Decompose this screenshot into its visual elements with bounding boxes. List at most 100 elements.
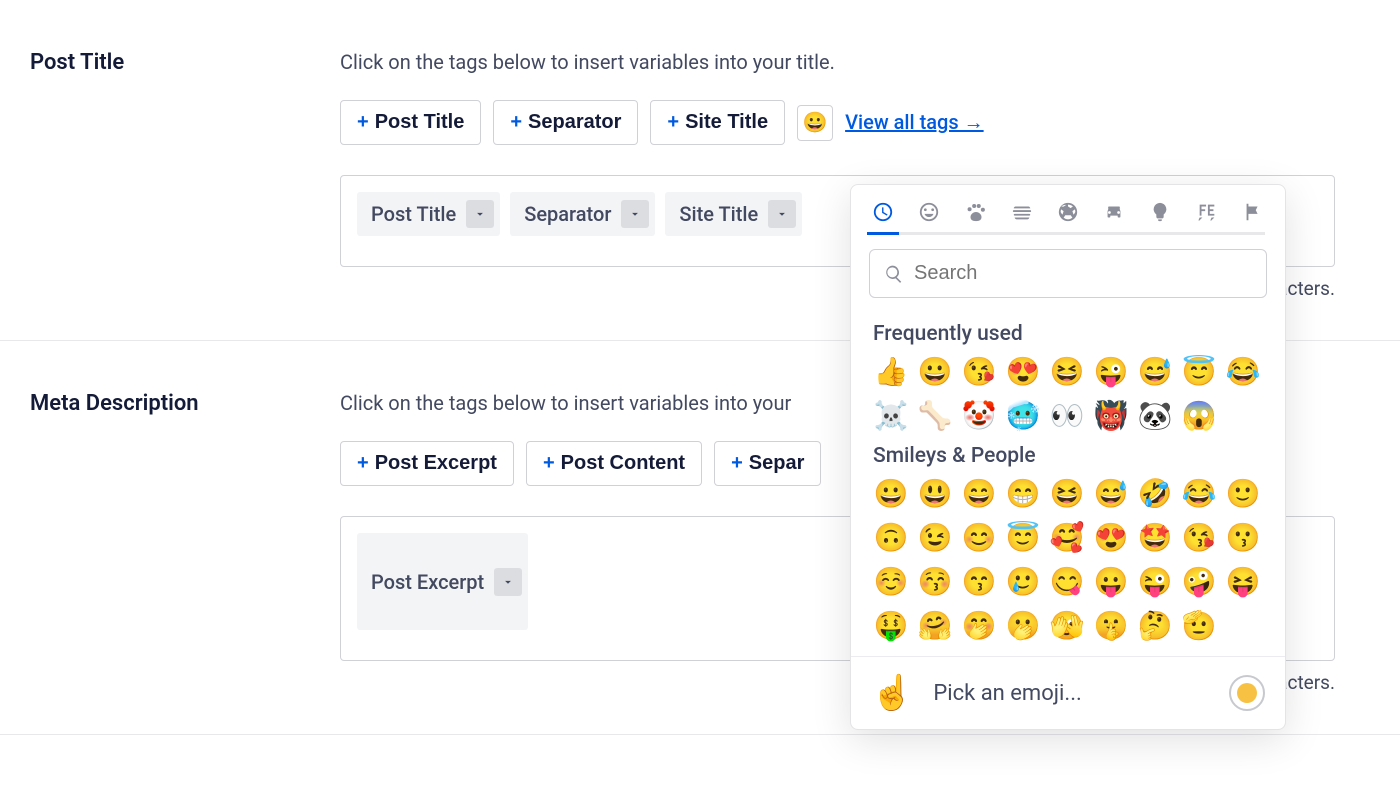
emoji-cell[interactable]: 😘 xyxy=(1181,520,1217,556)
tag-button-post-content[interactable]: + Post Content xyxy=(526,441,702,486)
emoji-cell[interactable]: 🦴 xyxy=(917,398,953,434)
emoji-cell[interactable]: 🤩 xyxy=(1137,520,1173,556)
emoji-cell[interactable]: 🤗 xyxy=(917,608,953,644)
emoji-cell[interactable]: 😆 xyxy=(1049,476,1085,512)
emoji-category-tabs xyxy=(851,185,1285,235)
emoji-cell[interactable]: 🤭 xyxy=(961,608,997,644)
emoji-cell[interactable]: 😇 xyxy=(1005,520,1041,556)
tag-button-separator-partial[interactable]: + Separ xyxy=(714,441,821,486)
emoji-cell[interactable]: 🙂 xyxy=(1225,476,1261,512)
chevron-down-icon[interactable] xyxy=(466,200,494,228)
emoji-cell[interactable]: 🤔 xyxy=(1137,608,1173,644)
emoji-cell[interactable]: 😋 xyxy=(1049,564,1085,600)
tag-button-label: Separ xyxy=(749,452,805,475)
view-all-tags-link[interactable]: View all tags → xyxy=(845,110,984,135)
chevron-down-icon[interactable] xyxy=(768,200,796,228)
emoji-icon: 😀 xyxy=(803,110,828,135)
section-heading-post-title: Post Title xyxy=(30,50,340,75)
emoji-picker-footer: ☝️ Pick an emoji... xyxy=(851,656,1285,729)
tab-smileys-icon[interactable] xyxy=(917,201,941,235)
tab-flags-icon[interactable] xyxy=(1241,201,1265,235)
tag-button-label: Post Content xyxy=(561,452,685,475)
emoji-grid-smileys: 😀😃😄😁😆😅🤣😂🙂 🙃😉😊😇🥰😍🤩😘😗 ☺️😚😙🥲😋😛😜🤪😝 🤑🤗🤭🫢🫣🤫🤔🫡 xyxy=(873,476,1277,644)
emoji-cell[interactable]: 👹 xyxy=(1093,398,1129,434)
emoji-cell[interactable]: 🥶 xyxy=(1005,398,1041,434)
tab-food-icon[interactable] xyxy=(1010,201,1034,235)
plus-icon: + xyxy=(731,452,743,475)
plus-icon: + xyxy=(543,452,555,475)
emoji-picker: Frequently used 👍😀😘😍😆😜😅😇😂☠️🦴🤡🥶👀👹🐼😱 Smile… xyxy=(850,184,1286,730)
emoji-cell[interactable]: 😀 xyxy=(873,476,909,512)
emoji-cell[interactable]: 😇 xyxy=(1181,354,1217,390)
emoji-cell[interactable]: 🥲 xyxy=(1005,564,1041,600)
emoji-cell[interactable]: 🤑 xyxy=(873,608,909,644)
emoji-cell[interactable]: 🫡 xyxy=(1181,608,1217,644)
chip-site-title[interactable]: Site Title xyxy=(665,192,802,236)
chip-post-excerpt[interactable]: Post Excerpt xyxy=(357,533,528,630)
tag-button-site-title[interactable]: + Site Title xyxy=(650,100,785,145)
emoji-cell[interactable]: 😊 xyxy=(961,520,997,556)
emoji-cell[interactable]: 🤫 xyxy=(1093,608,1129,644)
tag-button-post-excerpt[interactable]: + Post Excerpt xyxy=(340,441,514,486)
emoji-cell[interactable]: 🥰 xyxy=(1049,520,1085,556)
emoji-cell[interactable]: 🤣 xyxy=(1137,476,1173,512)
emoji-cell[interactable]: 🤡 xyxy=(961,398,997,434)
emoji-cell[interactable]: 👀 xyxy=(1049,398,1085,434)
emoji-cell[interactable]: 😂 xyxy=(1225,354,1261,390)
emoji-cell[interactable]: 😚 xyxy=(917,564,953,600)
emoji-cell[interactable]: 😁 xyxy=(1005,476,1041,512)
emoji-cell[interactable]: 😉 xyxy=(917,520,953,556)
tab-symbols-icon[interactable] xyxy=(1195,201,1219,235)
tab-travel-icon[interactable] xyxy=(1102,201,1126,235)
tab-activities-icon[interactable] xyxy=(1056,201,1080,235)
emoji-cell[interactable]: 😅 xyxy=(1137,354,1173,390)
emoji-cell[interactable]: 😃 xyxy=(917,476,953,512)
skin-tone-selector[interactable] xyxy=(1229,675,1265,711)
emoji-cell[interactable]: 😂 xyxy=(1181,476,1217,512)
tag-button-label: Separator xyxy=(528,111,621,134)
emoji-cell[interactable]: 😛 xyxy=(1093,564,1129,600)
emoji-cell[interactable]: 🤪 xyxy=(1181,564,1217,600)
emoji-picker-trigger[interactable]: 😀 xyxy=(797,105,833,141)
tag-button-label: Post Title xyxy=(375,111,465,134)
emoji-cell[interactable]: 😜 xyxy=(1093,354,1129,390)
emoji-cell[interactable]: 😅 xyxy=(1093,476,1129,512)
chevron-down-icon[interactable] xyxy=(621,200,649,228)
category-label-smileys: Smileys & People xyxy=(873,444,1277,468)
section-heading-meta-description: Meta Description xyxy=(30,391,340,416)
chip-separator[interactable]: Separator xyxy=(510,192,655,236)
emoji-scroll[interactable]: Frequently used 👍😀😘😍😆😜😅😇😂☠️🦴🤡🥶👀👹🐼😱 Smile… xyxy=(851,306,1285,650)
emoji-cell[interactable]: ☠️ xyxy=(873,398,909,434)
chevron-down-icon[interactable] xyxy=(494,568,522,596)
emoji-cell[interactable]: 😝 xyxy=(1225,564,1261,600)
label-col: Meta Description xyxy=(0,391,340,694)
emoji-search[interactable] xyxy=(869,249,1267,298)
chip-label: Post Title xyxy=(371,202,456,226)
emoji-cell[interactable]: 😀 xyxy=(917,354,953,390)
emoji-cell[interactable]: 🫢 xyxy=(1005,608,1041,644)
emoji-search-input[interactable] xyxy=(914,262,1252,285)
emoji-cell[interactable]: 😆 xyxy=(1049,354,1085,390)
search-icon xyxy=(884,264,904,284)
tag-button-post-title[interactable]: + Post Title xyxy=(340,100,481,145)
emoji-cell[interactable]: 😄 xyxy=(961,476,997,512)
tab-recent-icon[interactable] xyxy=(871,201,895,235)
emoji-cell[interactable]: 🙃 xyxy=(873,520,909,556)
tab-objects-icon[interactable] xyxy=(1148,201,1172,235)
emoji-cell[interactable]: 😘 xyxy=(961,354,997,390)
tab-animals-icon[interactable] xyxy=(963,201,987,235)
emoji-cell[interactable]: 🐼 xyxy=(1137,398,1173,434)
emoji-cell[interactable]: 👍 xyxy=(873,354,909,390)
emoji-cell[interactable]: 😱 xyxy=(1181,398,1217,434)
footer-text: Pick an emoji... xyxy=(933,681,1209,706)
emoji-cell[interactable]: 😍 xyxy=(1005,354,1041,390)
emoji-cell[interactable]: 😗 xyxy=(1225,520,1261,556)
emoji-cell[interactable]: 😜 xyxy=(1137,564,1173,600)
emoji-cell[interactable]: 🫣 xyxy=(1049,608,1085,644)
chip-post-title[interactable]: Post Title xyxy=(357,192,500,236)
plus-icon: + xyxy=(357,452,369,475)
emoji-cell[interactable]: 😙 xyxy=(961,564,997,600)
emoji-cell[interactable]: 😍 xyxy=(1093,520,1129,556)
tag-button-separator[interactable]: + Separator xyxy=(493,100,638,145)
emoji-cell[interactable]: ☺️ xyxy=(873,564,909,600)
